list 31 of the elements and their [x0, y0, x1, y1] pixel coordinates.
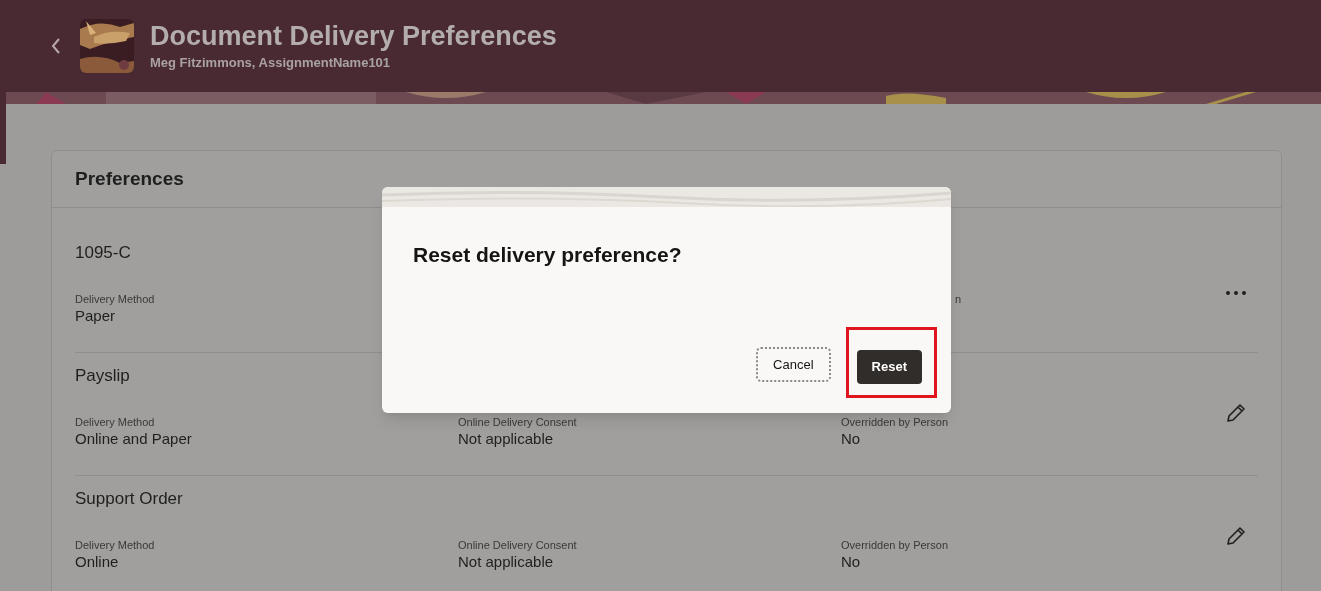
- field-value: Online and Paper: [75, 429, 192, 449]
- edit-button[interactable]: [1224, 401, 1248, 425]
- edit-icon: [1226, 403, 1246, 423]
- document-name: Payslip: [75, 365, 130, 387]
- field-label: n: [955, 292, 962, 306]
- field-label: Delivery Method: [75, 292, 155, 306]
- document-name: Support Order: [75, 488, 183, 510]
- field-label: Overridden by Person: [841, 538, 948, 552]
- cancel-button[interactable]: Cancel: [756, 347, 831, 382]
- field-value: No: [841, 552, 861, 572]
- more-icon: [1226, 291, 1246, 295]
- reset-button[interactable]: Reset: [856, 350, 922, 384]
- back-icon: [51, 38, 61, 54]
- more-button[interactable]: [1224, 288, 1248, 298]
- card-title: Preferences: [75, 166, 184, 191]
- field-value: Paper: [75, 306, 116, 326]
- field-value: Online: [75, 552, 119, 572]
- document-name: 1095-C: [75, 242, 131, 264]
- field-value: Not applicable: [458, 429, 554, 449]
- field-label: Delivery Method: [75, 415, 155, 429]
- edit-icon: [1226, 526, 1246, 546]
- field-value: No: [841, 429, 861, 449]
- field-label: Overridden by Person: [841, 415, 948, 429]
- dialog-title: Reset delivery preference?: [413, 242, 682, 268]
- field-label: Delivery Method: [75, 538, 155, 552]
- field-label: Online Delivery Consent: [458, 415, 577, 429]
- field-label: Online Delivery Consent: [458, 538, 577, 552]
- field-value: Not applicable: [458, 552, 554, 572]
- page-subtitle: Meg Fitzimmons, AssignmentName101: [150, 54, 392, 73]
- edit-button[interactable]: [1224, 524, 1248, 548]
- page-title: Document Delivery Preferences: [150, 20, 557, 54]
